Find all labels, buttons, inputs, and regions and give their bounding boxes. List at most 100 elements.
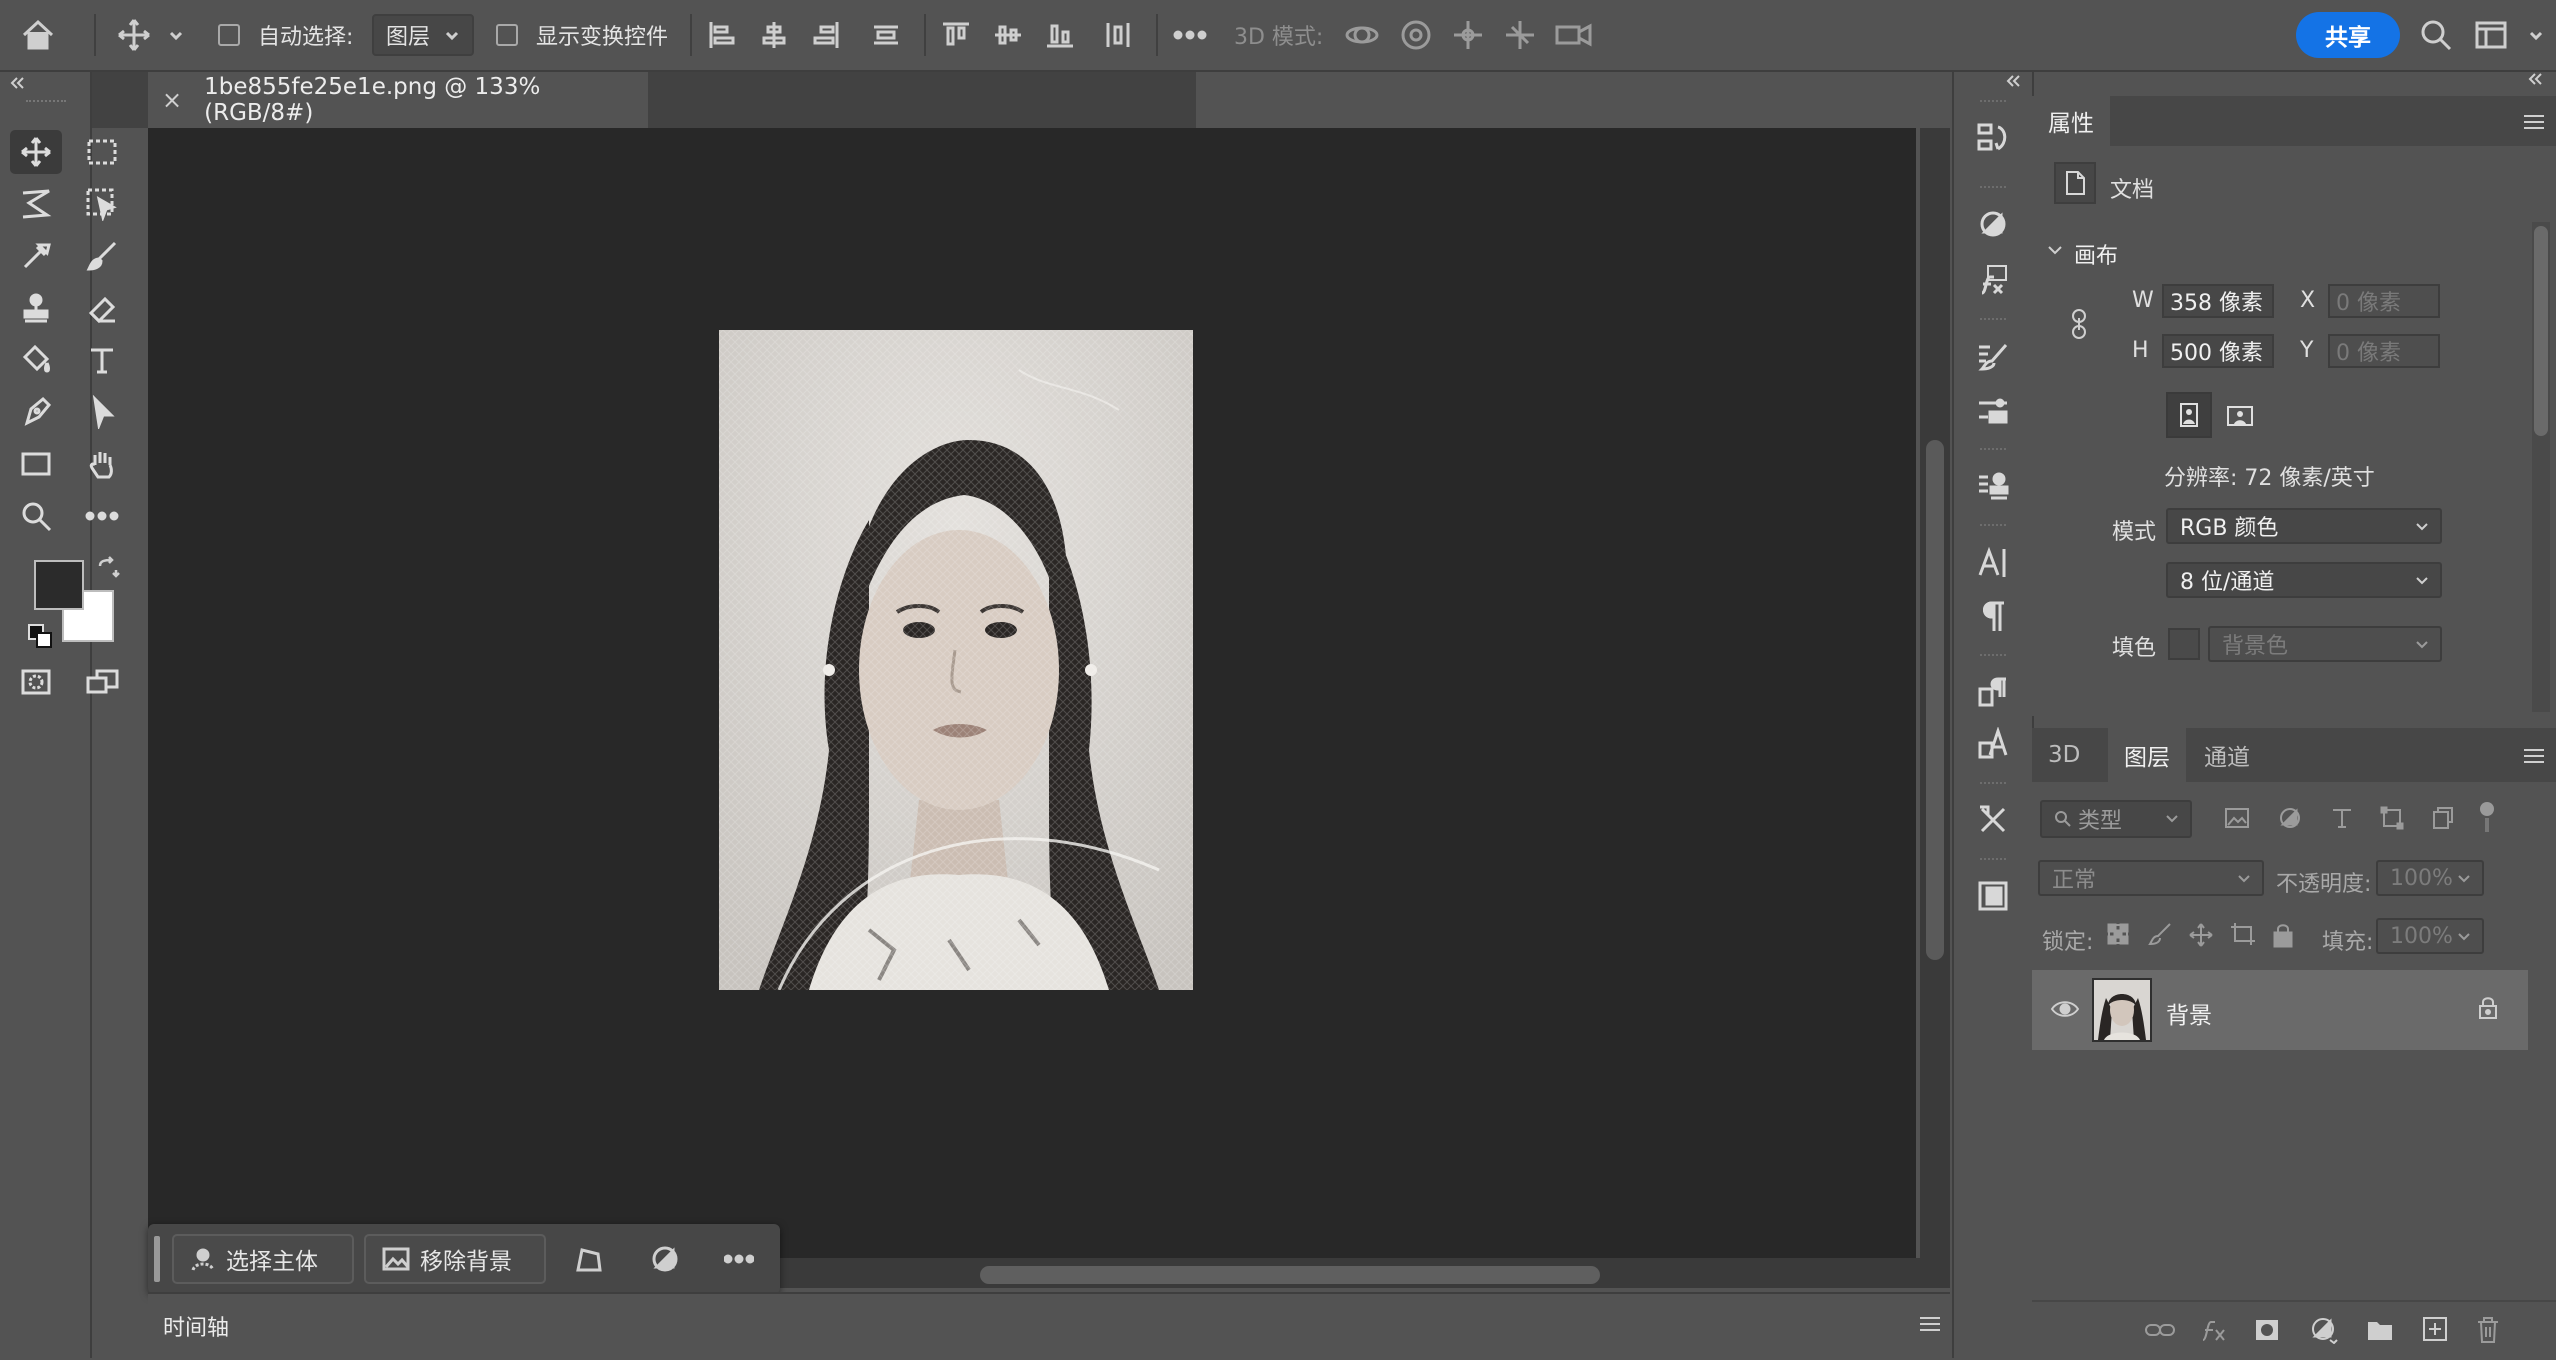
new-adjustment-layer-icon[interactable]	[2310, 1316, 2338, 1344]
object-selection-tool-icon[interactable]	[76, 182, 128, 226]
layer-filter-dropdown[interactable]: 类型	[2040, 800, 2192, 838]
chevron-down-icon[interactable]	[2528, 0, 2544, 70]
adjustments-icon[interactable]	[1971, 202, 2015, 246]
more-tools-icon[interactable]	[76, 494, 128, 538]
align-vertical-centers-icon[interactable]	[992, 0, 1024, 70]
document-canvas-image[interactable]	[719, 330, 1193, 990]
opacity-field[interactable]: 100%	[2376, 860, 2484, 896]
swap-colors-icon[interactable]	[96, 556, 120, 580]
width-field[interactable]: 358 像素	[2162, 284, 2274, 318]
layer-lock-icon[interactable]	[2478, 996, 2498, 1020]
document-tab[interactable]: × 1be855fe25e1e.png @ 133%(RGB/8#)	[148, 72, 648, 128]
task-bar-drag-handle[interactable]	[154, 1236, 160, 1282]
y-field[interactable]: 0 像素	[2328, 334, 2440, 368]
pan-3d-icon[interactable]	[1450, 0, 1486, 70]
rectangle-tool-icon[interactable]	[10, 442, 62, 486]
add-mask-icon[interactable]	[2254, 1318, 2280, 1342]
eye-visibility-icon[interactable]	[2050, 998, 2080, 1020]
auto-select-target-dropdown[interactable]: 图层	[372, 14, 475, 56]
layer-row[interactable]: 背景	[2032, 970, 2528, 1050]
tab-3d[interactable]: 3D	[2032, 728, 2096, 782]
landscape-orientation-icon[interactable]	[2220, 396, 2260, 436]
marquee-tool-icon[interactable]	[76, 130, 128, 174]
share-button[interactable]: 共享	[2296, 12, 2400, 58]
distribute-vertical-icon[interactable]	[870, 0, 902, 70]
stamp-tool-icon[interactable]	[10, 286, 62, 330]
bit-depth-dropdown[interactable]: 8 位/通道	[2166, 562, 2442, 598]
type-tool-icon[interactable]	[76, 338, 128, 382]
more-options-icon[interactable]	[724, 1254, 754, 1264]
tab-channels[interactable]: 通道	[2188, 728, 2266, 782]
tool-presets-icon[interactable]	[1971, 798, 2015, 842]
lock-artboard-icon[interactable]	[2230, 922, 2256, 946]
more-options-icon[interactable]	[1172, 0, 1208, 70]
remove-background-button[interactable]: 移除背景	[364, 1234, 546, 1284]
scale-3d-icon[interactable]	[1554, 0, 1594, 70]
transform-icon[interactable]	[574, 1246, 604, 1274]
history-icon[interactable]	[1971, 116, 2015, 160]
align-right-edges-icon[interactable]	[810, 0, 842, 70]
home-icon[interactable]	[20, 0, 56, 70]
screen-mode-icon[interactable]	[76, 660, 128, 704]
eraser-tool-icon[interactable]	[76, 286, 128, 330]
filter-type-icon[interactable]	[2330, 806, 2354, 830]
orbit-3d-icon[interactable]	[1344, 0, 1380, 70]
collapse-dock-icon[interactable]	[2004, 74, 2022, 88]
quick-mask-icon[interactable]	[10, 660, 62, 704]
path-selection-tool-icon[interactable]	[76, 390, 128, 434]
new-layer-icon[interactable]	[2422, 1316, 2448, 1342]
timeline-tab[interactable]: 时间轴	[148, 1294, 244, 1358]
fill-field[interactable]: 100%	[2376, 918, 2484, 954]
x-field[interactable]: 0 像素	[2328, 284, 2440, 318]
color-mode-dropdown[interactable]: RGB 颜色	[2166, 508, 2442, 544]
link-dimensions-icon[interactable]	[2068, 308, 2090, 340]
align-horizontal-centers-icon[interactable]	[758, 0, 790, 70]
filter-shape-icon[interactable]	[2380, 806, 2404, 830]
lock-all-icon[interactable]	[2272, 922, 2294, 948]
portrait-orientation-icon[interactable]	[2166, 392, 2212, 438]
panel-menu-icon[interactable]	[2522, 746, 2546, 766]
move-tool-icon[interactable]	[10, 130, 62, 174]
move-tool-preset-icon[interactable]	[116, 0, 152, 70]
adjustment-icon[interactable]	[650, 1244, 680, 1274]
eyedropper-tool-icon[interactable]	[10, 234, 62, 278]
filter-toggle[interactable]	[2480, 802, 2494, 836]
layer-style-fx-icon[interactable]	[2200, 1316, 2230, 1344]
new-group-icon[interactable]	[2366, 1318, 2394, 1342]
roll-3d-icon[interactable]	[1398, 0, 1434, 70]
lock-image-icon[interactable]	[2148, 922, 2172, 946]
tab-layers[interactable]: 图层	[2108, 728, 2186, 782]
filter-smart-object-icon[interactable]	[2430, 806, 2454, 830]
styles-fx-icon[interactable]	[1971, 258, 2015, 302]
height-field[interactable]: 500 像素	[2162, 334, 2274, 368]
lock-position-icon[interactable]	[2188, 922, 2214, 948]
blend-mode-dropdown[interactable]: 正常	[2038, 860, 2264, 896]
link-layers-icon[interactable]	[2144, 1318, 2176, 1342]
tab-properties[interactable]: 属性	[2032, 96, 2110, 146]
zoom-tool-icon[interactable]	[10, 494, 62, 538]
collapse-panel-icon[interactable]	[8, 76, 26, 90]
panel-menu-icon[interactable]	[1918, 1314, 1942, 1334]
chevron-down-icon[interactable]	[168, 0, 184, 70]
pen-tool-icon[interactable]	[10, 390, 62, 434]
align-bottom-edges-icon[interactable]	[1044, 0, 1076, 70]
character-styles-icon[interactable]	[1971, 722, 2015, 766]
align-left-edges-icon[interactable]	[706, 0, 738, 70]
hand-tool-icon[interactable]	[76, 442, 128, 486]
filter-pixel-icon[interactable]	[2224, 806, 2250, 830]
select-subject-button[interactable]: 选择主体	[172, 1234, 354, 1284]
close-tab-icon[interactable]: ×	[162, 86, 182, 114]
fill-color-swatch[interactable]	[2168, 628, 2200, 660]
lock-transparent-icon[interactable]	[2106, 922, 2130, 946]
chevron-down-icon[interactable]	[2046, 242, 2064, 258]
show-transform-checkbox[interactable]	[496, 0, 518, 70]
brush-settings-icon[interactable]	[1971, 334, 2015, 378]
vertical-scrollbar-thumb[interactable]	[1926, 440, 1944, 960]
horizontal-scrollbar-thumb[interactable]	[980, 1266, 1600, 1284]
search-icon[interactable]	[2418, 0, 2454, 70]
workspace-icon[interactable]	[2474, 0, 2508, 70]
fill-dropdown[interactable]: 背景色	[2208, 626, 2442, 662]
brushes-icon[interactable]	[1971, 388, 2015, 432]
character-icon[interactable]	[1971, 540, 2015, 584]
align-top-edges-icon[interactable]	[940, 0, 972, 70]
